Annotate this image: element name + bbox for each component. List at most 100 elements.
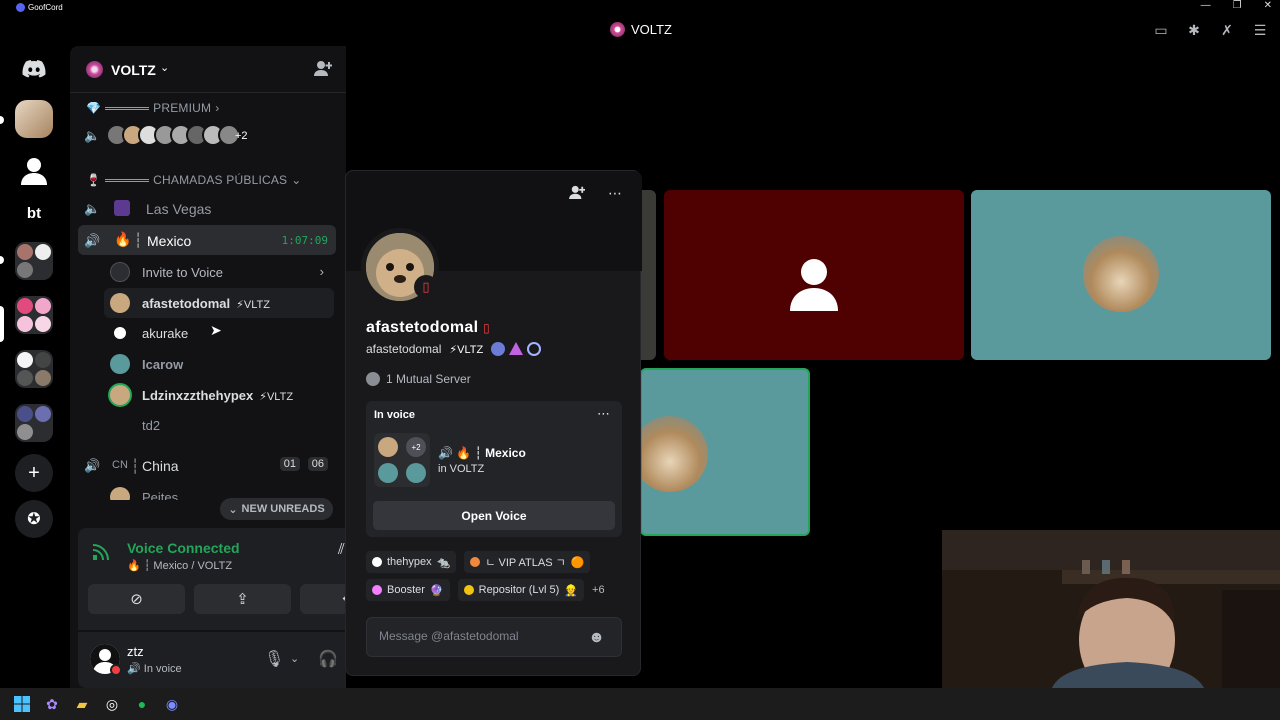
server-icon [610, 22, 625, 37]
participant-tile[interactable] [664, 190, 964, 360]
category-chamadas-publicas[interactable]: 🍷 CHAMADAS PÚBLICAS ⌄ [86, 173, 302, 187]
mutual-servers[interactable]: 1 Mutual Server [366, 372, 471, 386]
role-emoji: 🐀 [436, 556, 451, 569]
premium-voice-avatars[interactable] [106, 124, 240, 146]
voice-user[interactable]: afastetodomal ⚡VLTZ [104, 288, 334, 318]
channel-las-vegas[interactable]: 🔈 Las Vegas [78, 193, 336, 223]
voice-user[interactable]: Icarow [104, 349, 334, 379]
roles-list: thehypex 🐀 ㄴ VIP ATLAS ㄱ 🟠 Booster 🔮 Reposi… [366, 551, 626, 601]
channel-name: Mexico [147, 233, 192, 249]
windows-taskbar: ✿ ▰ ◎ ● ◉ [0, 688, 1280, 720]
roles-more-count[interactable]: +6 [592, 579, 605, 601]
close-icon[interactable]: ✕ [1264, 0, 1272, 11]
user-name: ztz [127, 644, 144, 659]
server-folder-3[interactable] [15, 350, 53, 388]
mobile-icon: ▯ [483, 321, 491, 335]
badge-icon[interactable] [491, 342, 506, 356]
server-header[interactable]: VOLTZ ⌄ [70, 46, 346, 93]
more-options-icon[interactable]: ⋯ [604, 185, 626, 207]
discord-home-icon[interactable] [15, 50, 53, 88]
user-status-text: In voice [143, 663, 182, 675]
in-voice-card: In voice ⋯ +2 🔊 🔥 ┆ Mexico in VOLTZ Open… [366, 401, 622, 537]
user-status: 🔊 In voice [127, 662, 182, 675]
role-chip[interactable]: ㄴ VIP ATLAS ㄱ 🟠 [464, 551, 591, 573]
minimize-icon[interactable]: — [1201, 0, 1211, 11]
tools-icon[interactable]: ✗ [1219, 22, 1235, 38]
headphones-icon[interactable]: 🎧 [318, 649, 338, 669]
channel-china[interactable]: 🔊 CN ┆ China 01 06 [78, 450, 336, 480]
mic-options-chevron-icon[interactable]: ⌄ [290, 652, 299, 665]
inbox-icon[interactable]: ▭ [1153, 22, 1169, 38]
file-explorer-icon[interactable]: ▰ [72, 694, 92, 714]
invite-to-voice-label: Invite to Voice [142, 265, 223, 280]
role-chip[interactable]: thehypex 🐀 [366, 551, 457, 573]
speaker-icon: 🔈 [84, 128, 101, 143]
voice-user[interactable]: Ldzinxzzthehypex ⚡VLTZ [104, 380, 334, 410]
spotify-icon[interactable]: ● [132, 694, 152, 714]
app-title: GoofCord [16, 3, 63, 12]
badge-icon[interactable] [527, 342, 542, 356]
role-color-dot [372, 585, 382, 595]
role-emoji: 👷 [564, 584, 579, 597]
channel-mexico[interactable]: 🔊 🔥 ┆ Mexico 1:07:09 [78, 225, 336, 255]
avatar [1083, 236, 1159, 312]
microphone-icon[interactable]: 🎙 [264, 649, 284, 669]
speaker-active-icon: 🔊 [84, 233, 101, 248]
open-voice-button[interactable]: Open Voice [373, 501, 615, 530]
new-unreads-button[interactable]: ⌄ NEW UNREADS [220, 498, 333, 520]
voice-connected-channel[interactable]: 🔥 ┆ Mexico / VOLTZ [127, 559, 232, 572]
signal-icon[interactable] [92, 544, 109, 564]
chevron-right-icon: › [215, 101, 220, 115]
windows-start-icon[interactable] [12, 694, 32, 714]
voice-user-name: afastetodomal ⚡VLTZ [142, 296, 270, 311]
voice-connected-title[interactable]: Voice Connected [127, 540, 240, 556]
emoji-icon[interactable]: ☻ [588, 629, 605, 647]
share-screen-button[interactable]: ⇪ [194, 584, 291, 614]
add-friend-icon[interactable] [566, 185, 588, 207]
server-folder-1[interactable] [15, 242, 53, 280]
premium-extra-count: +2 [235, 130, 248, 142]
noise-suppression-icon[interactable]: ⫽ [338, 541, 345, 558]
voice-user-name: Icarow [142, 357, 184, 372]
server-tag[interactable]: ⚡VLTZ [449, 343, 483, 356]
divider-glyph: ┆ [134, 232, 143, 248]
message-input[interactable] [379, 629, 579, 643]
settings-list-icon[interactable]: ☰ [1252, 22, 1268, 38]
window-title-text: VOLTZ [631, 22, 672, 37]
role-color-dot [372, 557, 382, 567]
avatar [110, 323, 130, 343]
add-server-icon[interactable]: + [15, 454, 53, 492]
guild-bt[interactable]: bt [15, 194, 53, 232]
discover-compass-icon[interactable]: ✪ [15, 500, 53, 538]
server-icon [86, 61, 103, 78]
badge-icon[interactable] [509, 342, 524, 355]
goofcord-taskbar-icon[interactable]: ◉ [162, 694, 182, 714]
app-icon[interactable]: ✿ [42, 694, 62, 714]
participant-tile-speaking[interactable] [640, 368, 810, 536]
chevron-down-icon: ⌄ [228, 503, 238, 516]
profile-username[interactable]: afastetodomal [366, 342, 441, 356]
voice-user-name-text: Ldzinxzzthehypex [142, 388, 254, 403]
invite-to-voice[interactable]: Invite to Voice › [104, 257, 334, 287]
category-premium[interactable]: 💎 PREMIUM › [86, 101, 219, 115]
server-folder-2[interactable] [15, 296, 53, 334]
camera-off-button[interactable]: ⊘ [88, 584, 185, 614]
app-window: GoofCord VOLTZ — ❐ ✕ ▭ ✱ ✗ ☰ bt + ✪ VOLT… [0, 0, 1280, 720]
invite-people-icon[interactable] [314, 60, 333, 80]
role-chip[interactable]: Booster 🔮 [366, 579, 450, 601]
voice-user[interactable]: td2 [104, 410, 334, 440]
user-server-icon[interactable] [15, 152, 53, 190]
mutual-servers-label: 1 Mutual Server [386, 372, 471, 386]
voice-participants-grid: +2 [374, 433, 430, 487]
app-icon[interactable]: ◎ [102, 694, 122, 714]
role-chip[interactable]: Repositor (Lvl 5) 👷 [457, 579, 585, 601]
bug-icon[interactable]: ✱ [1186, 22, 1202, 38]
maximize-icon[interactable]: ❐ [1233, 0, 1242, 11]
badge-icons [491, 342, 542, 356]
new-unreads-label: NEW UNREADS [241, 503, 325, 515]
more-options-icon[interactable]: ⋯ [597, 406, 610, 422]
server-voice-active[interactable] [15, 100, 53, 138]
diamond-icon: 💎 [86, 101, 102, 115]
participant-tile[interactable] [971, 190, 1271, 360]
server-folder-4[interactable] [15, 404, 53, 442]
